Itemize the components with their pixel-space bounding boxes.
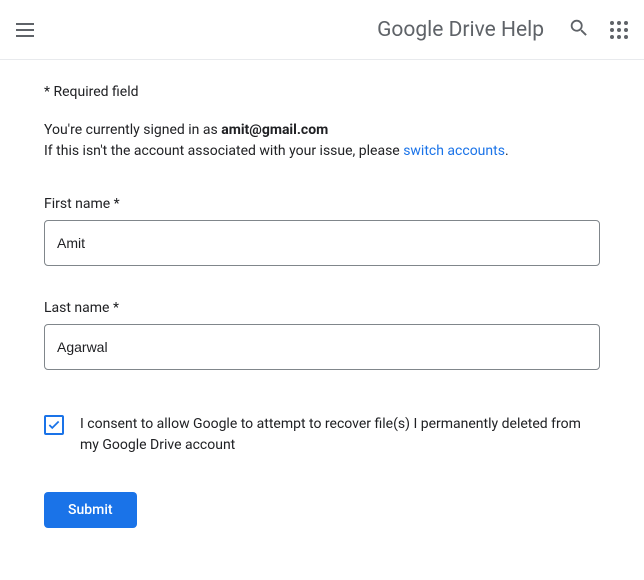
signin-wrong-account: If this isn't the account associated wit…	[44, 143, 403, 159]
required-field-note: * Required field	[44, 84, 600, 100]
signin-email: amit@gmail.com	[221, 122, 328, 138]
consent-row: I consent to allow Google to attempt to …	[44, 414, 600, 456]
signin-period: .	[505, 143, 509, 159]
last-name-label: Last name *	[44, 300, 600, 316]
submit-button[interactable]: Submit	[44, 492, 137, 528]
first-name-field[interactable]	[44, 220, 600, 266]
consent-checkbox[interactable]	[44, 415, 64, 435]
form-content: * Required field You're currently signed…	[0, 60, 644, 552]
last-name-group: Last name *	[44, 300, 600, 370]
page-title: Google Drive Help	[377, 18, 544, 42]
app-header: Google Drive Help	[0, 0, 644, 60]
apps-icon[interactable]	[610, 21, 628, 39]
signin-prefix: You're currently signed in as	[44, 122, 221, 138]
last-name-field[interactable]	[44, 324, 600, 370]
first-name-label: First name *	[44, 196, 600, 212]
signin-status: You're currently signed in as amit@gmail…	[44, 120, 600, 162]
search-icon[interactable]	[568, 17, 590, 43]
first-name-group: First name *	[44, 196, 600, 266]
menu-icon[interactable]	[16, 18, 40, 42]
switch-accounts-link[interactable]: switch accounts	[403, 143, 505, 159]
consent-label: I consent to allow Google to attempt to …	[80, 414, 600, 456]
